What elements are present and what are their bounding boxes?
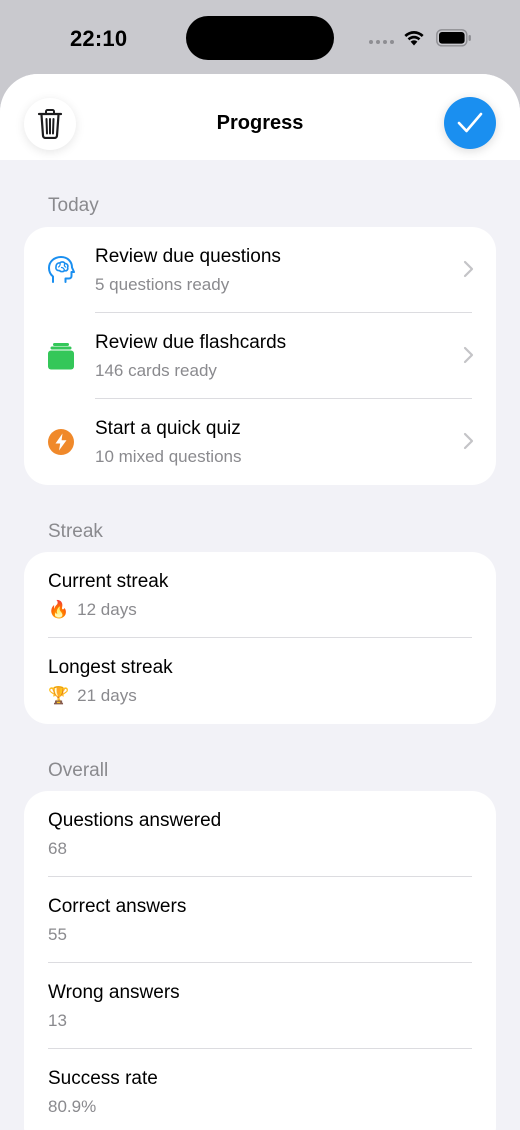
row-subtitle: 146 cards ready xyxy=(95,361,217,380)
row-subtitle: 10 mixed questions xyxy=(95,447,242,466)
trophy-icon: 🏆 xyxy=(48,686,70,706)
section-header-overall: Overall xyxy=(48,760,109,781)
row-title: Current streak xyxy=(48,571,169,592)
section-header-streak: Streak xyxy=(48,521,103,542)
correct-answers-row: Correct answers 55 xyxy=(24,877,496,963)
progress-sheet: Progress Today Review due questions 5 qu… xyxy=(0,74,520,1130)
overall-card: Questions answered 68 Correct answers 55… xyxy=(24,791,496,1130)
navigation-bar: Progress xyxy=(0,74,520,160)
fire-icon: 🔥 xyxy=(48,600,70,620)
longest-streak-value: 21 days xyxy=(77,686,137,705)
status-time: 22:10 xyxy=(70,26,128,51)
row-title: Start a quick quiz xyxy=(95,418,241,439)
row-title: Review due flashcards xyxy=(95,332,287,353)
done-button[interactable] xyxy=(444,97,496,149)
page-title: Progress xyxy=(216,112,304,134)
today-card: Review due questions 5 questions ready R… xyxy=(24,227,496,485)
chevron-right-icon xyxy=(463,432,474,450)
success-rate-row: Success rate 80.9% xyxy=(24,1049,496,1130)
quick-quiz-row[interactable]: Start a quick quiz 10 mixed questions xyxy=(24,399,496,485)
review-questions-row[interactable]: Review due questions 5 questions ready xyxy=(24,227,496,313)
checkmark-icon xyxy=(457,112,483,133)
bolt-circle-icon xyxy=(46,427,76,457)
section-header-today: Today xyxy=(48,195,99,216)
current-streak-row: Current streak 🔥 12 days xyxy=(24,552,496,638)
wrong-answers-row: Wrong answers 13 xyxy=(24,963,496,1049)
status-bar: 22:10 xyxy=(0,0,520,76)
row-title: Questions answered xyxy=(48,810,222,831)
brain-head-icon xyxy=(46,255,76,285)
review-flashcards-row[interactable]: Review due flashcards 146 cards ready xyxy=(24,313,496,399)
cellular-signal-icon xyxy=(369,40,394,44)
row-subtitle: 🔥 12 days xyxy=(48,600,137,620)
battery-icon xyxy=(436,29,471,47)
dynamic-island xyxy=(186,16,334,60)
card-stack-icon xyxy=(46,341,76,371)
row-title: Correct answers xyxy=(48,896,187,917)
row-title: Wrong answers xyxy=(48,982,180,1003)
chevron-right-icon xyxy=(463,346,474,364)
row-title: Longest streak xyxy=(48,657,173,678)
row-value: 80.9% xyxy=(48,1097,97,1116)
row-value: 68 xyxy=(48,839,67,858)
questions-answered-row: Questions answered 68 xyxy=(24,791,496,877)
wifi-icon xyxy=(404,31,424,46)
row-value: 55 xyxy=(48,925,67,944)
chevron-right-icon xyxy=(463,260,474,278)
row-subtitle: 5 questions ready xyxy=(95,275,230,294)
row-title: Review due questions xyxy=(95,246,281,267)
streak-card: Current streak 🔥 12 days Longest streak 🏆… xyxy=(24,552,496,724)
row-title: Success rate xyxy=(48,1068,158,1089)
longest-streak-row: Longest streak 🏆 21 days xyxy=(24,638,496,724)
row-subtitle: 🏆 21 days xyxy=(48,686,137,706)
current-streak-value: 12 days xyxy=(77,600,137,619)
row-value: 13 xyxy=(48,1011,67,1030)
